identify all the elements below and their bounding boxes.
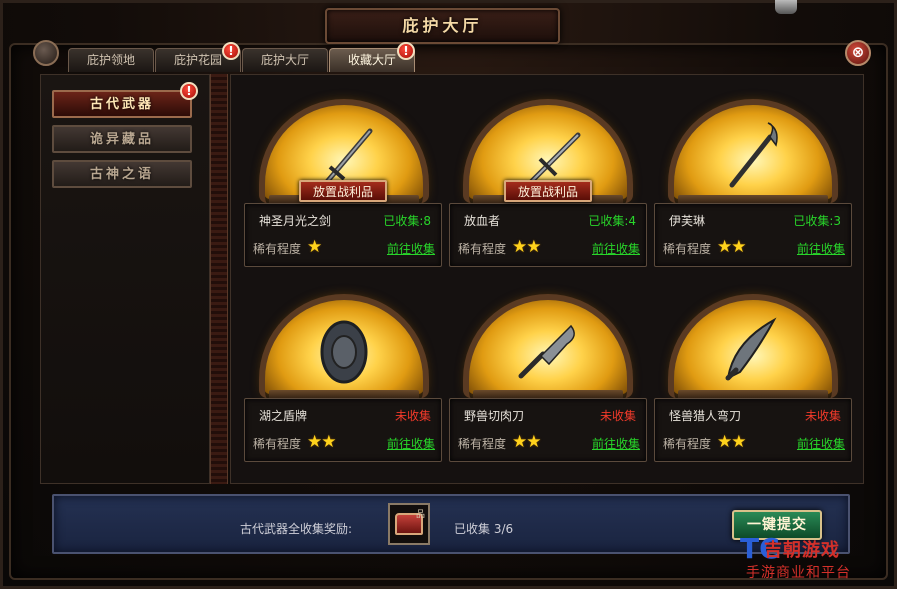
alert-badge-icon: ! xyxy=(222,42,240,60)
goto-collect-link[interactable]: 前往收集 xyxy=(797,240,845,257)
top-ornament xyxy=(775,0,797,14)
item-card: 神圣月光之剑 已收集:8 稀有程度 ★ 前往收集 xyxy=(244,203,442,267)
rarity-stars-icon: ★★ xyxy=(512,432,542,452)
rarity-label: 稀有程度 xyxy=(663,437,712,451)
tab-label: 庇护花园 xyxy=(173,53,222,67)
scythe-icon xyxy=(729,122,778,188)
display-dome xyxy=(668,99,838,205)
rarity-label: 稀有程度 xyxy=(253,437,302,451)
rarity-stars-icon: ★★ xyxy=(717,237,747,257)
rarity-stars-icon: ★★ xyxy=(307,432,337,452)
watermark-logo: TC 吉朝游戏 手游商业和平台 xyxy=(740,532,897,589)
display-dome xyxy=(259,294,429,400)
window-title: 庇护大厅 xyxy=(325,8,560,44)
close-button[interactable]: ⊗ xyxy=(845,40,871,66)
watermark-sub: 手游商业和平台 xyxy=(746,565,851,581)
tab-label: 庇护领地 xyxy=(86,53,135,67)
display-dome xyxy=(668,294,838,400)
item-name: 伊芙琳 xyxy=(669,214,706,228)
item-card: 放血者 已收集:4 稀有程度 ★★ 前往收集 xyxy=(449,203,647,267)
item-name: 湖之盾牌 xyxy=(259,409,308,423)
tab-label: 收藏大厅 xyxy=(347,53,396,67)
tab-shelter-territory[interactable]: 庇护领地 xyxy=(68,48,154,72)
goto-collect-link[interactable]: 前往收集 xyxy=(592,240,640,257)
alert-badge-icon: ! xyxy=(397,42,415,60)
shield-icon xyxy=(320,320,368,384)
category-strange-collections[interactable]: 诡异藏品 xyxy=(52,125,192,153)
collect-status: 未收集 xyxy=(599,409,636,423)
rarity-label: 稀有程度 xyxy=(458,437,507,451)
rarity-label: 稀有程度 xyxy=(663,242,712,256)
place-trophy-button[interactable]: 放置战利品 xyxy=(504,180,592,202)
scimitar-icon xyxy=(725,317,777,381)
tab-shelter-hall[interactable]: 庇护大厅 xyxy=(242,48,328,72)
watermark-brand: 吉朝游戏 xyxy=(764,540,840,561)
tab-label: 庇护大厅 xyxy=(260,53,309,67)
item-card: 伊芙琳 已收集:3 稀有程度 ★★ 前往收集 xyxy=(654,203,852,267)
collect-status: 已收集:4 xyxy=(588,214,636,228)
goto-collect-link[interactable]: 前往收集 xyxy=(592,435,640,452)
item-name: 神圣月光之剑 xyxy=(259,214,332,228)
close-icon: ⊗ xyxy=(851,43,865,61)
collect-status: 未收集 xyxy=(394,409,431,423)
collection-progress: 已收集 3/6 xyxy=(454,522,514,536)
item-name: 野兽切肉刀 xyxy=(464,409,525,423)
collect-status: 已收集:8 xyxy=(383,214,431,228)
rarity-label: 稀有程度 xyxy=(253,242,302,256)
reward-label: 古代武器全收集奖励: xyxy=(240,522,353,536)
goto-collect-link[interactable]: 前往收集 xyxy=(387,435,435,452)
item-name: 怪兽猎人弯刀 xyxy=(669,409,742,423)
alert-badge-icon: ! xyxy=(180,82,198,100)
category-ancient-weapons[interactable]: 古代武器 xyxy=(52,90,192,118)
reward-bar: 古代武器全收集奖励: 品 已收集 3/6 一键提交 xyxy=(52,494,850,554)
panel-divider xyxy=(210,74,228,484)
rarity-stars-icon: ★★ xyxy=(717,432,747,452)
rarity-label: 稀有程度 xyxy=(458,242,507,256)
reward-chest-slot[interactable]: 品 xyxy=(388,503,430,545)
place-trophy-button[interactable]: 放置战利品 xyxy=(299,180,387,202)
cleaver-icon xyxy=(518,324,575,379)
item-name: 放血者 xyxy=(464,214,501,228)
goto-collect-link[interactable]: 前往收集 xyxy=(387,240,435,257)
item-card: 怪兽猎人弯刀 未收集 稀有程度 ★★ 前往收集 xyxy=(654,398,852,462)
collect-status: 已收集:3 xyxy=(793,214,841,228)
quality-tag: 品 xyxy=(415,510,425,520)
item-card: 野兽切肉刀 未收集 稀有程度 ★★ 前往收集 xyxy=(449,398,647,462)
display-dome xyxy=(463,294,633,400)
goto-collect-link[interactable]: 前往收集 xyxy=(797,435,845,452)
rarity-stars-icon: ★ xyxy=(307,237,322,257)
item-card: 湖之盾牌 未收集 稀有程度 ★★ 前往收集 xyxy=(244,398,442,462)
collect-status: 未收集 xyxy=(804,409,841,423)
rarity-stars-icon: ★★ xyxy=(512,237,542,257)
menu-button[interactable] xyxy=(33,40,59,66)
category-ancient-god-words[interactable]: 古神之语 xyxy=(52,160,192,188)
